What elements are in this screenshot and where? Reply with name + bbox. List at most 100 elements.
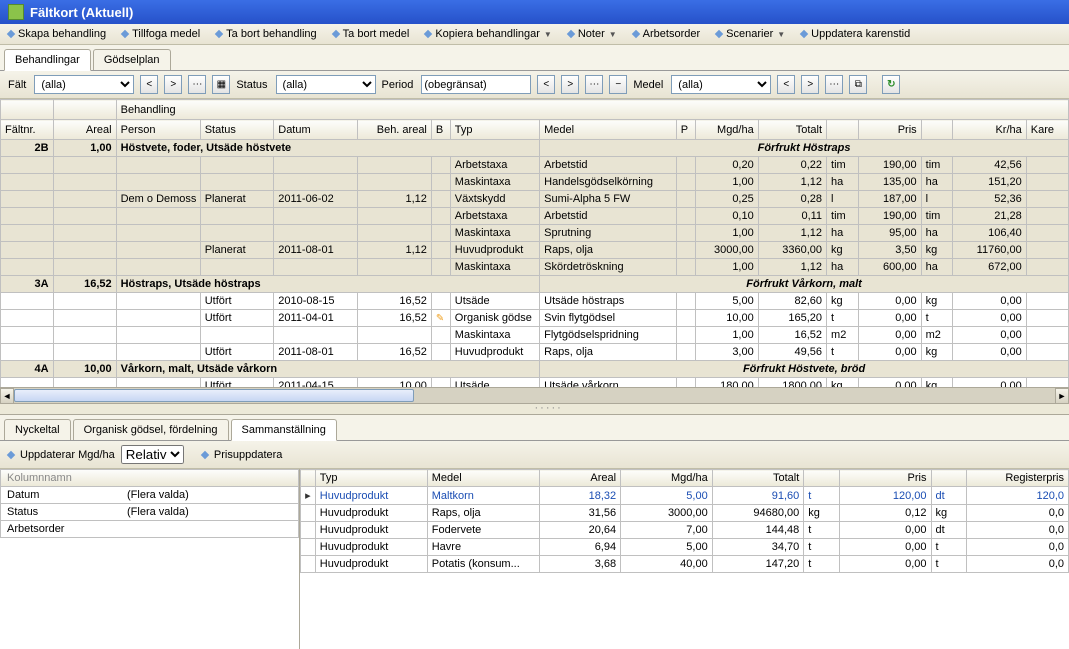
field-key: 3A (1, 276, 54, 293)
status-select[interactable]: (alla) (276, 75, 376, 94)
group-title: Höstraps, Utsäde höstraps (116, 276, 540, 293)
prisuppdatera-button[interactable]: Prisuppdatera (214, 449, 283, 461)
group-title: Vårkorn, malt, Utsäde vårkorn (116, 361, 540, 378)
period-next[interactable]: > (561, 75, 579, 94)
col-f-ltnr-[interactable]: Fältnr. (1, 120, 54, 140)
filter-row-arbetsorder[interactable]: Arbetsorder (0, 521, 299, 538)
medel-more[interactable]: ⋯ (825, 75, 843, 94)
group-title: Höstvete, foder, Utsäde höstvete (116, 140, 540, 157)
edit-icon[interactable]: ✎ (436, 313, 444, 324)
filter-row-status[interactable]: Status(Flera valda) (0, 504, 299, 521)
horizontal-splitter[interactable] (0, 403, 1069, 415)
col2-typ[interactable]: Typ (315, 470, 427, 487)
toolbar-tillfoga-medel[interactable]: Tillfoga medel (122, 28, 200, 40)
toolbar-kopiera-behandlingar[interactable]: Kopiera behandlingar ▼ (425, 28, 552, 40)
col-mgd-ha[interactable]: Mgd/ha (695, 120, 758, 140)
prefruit: Förfrukt Höstraps (540, 140, 1069, 157)
period-more[interactable]: ⋯ (585, 75, 603, 94)
tab-behandlingar[interactable]: Behandlingar (4, 49, 91, 71)
col2-medel[interactable]: Medel (427, 470, 539, 487)
col-b[interactable]: B (431, 120, 450, 140)
col2-areal[interactable]: Areal (539, 470, 620, 487)
row-marker (301, 539, 316, 556)
kolumnnamn-header: Kolumnnamn (0, 469, 299, 487)
col-status[interactable]: Status (200, 120, 274, 140)
col2-pris[interactable]: Pris (839, 470, 931, 487)
main-toolbar: Skapa behandling Tillfoga medel Ta bort be… (0, 24, 1069, 45)
col-[interactable] (921, 120, 953, 140)
period-input[interactable] (421, 75, 531, 94)
diamond-icon (7, 30, 15, 38)
toolbar-skapa-behandling[interactable]: Skapa behandling (8, 28, 106, 40)
col-p[interactable]: P (676, 120, 695, 140)
col-typ[interactable]: Typ (450, 120, 539, 140)
falt-more[interactable]: ⋯ (188, 75, 206, 94)
col-kare[interactable]: Kare (1026, 120, 1068, 140)
row-marker (301, 556, 316, 573)
lower-toolbar: Uppdaterar Mgd/ha Relativ Prisuppdatera (0, 441, 1069, 469)
uppd-select[interactable]: Relativ (121, 445, 184, 464)
scroll-right-icon[interactable]: ► (1055, 388, 1069, 404)
main-grid[interactable]: BehandlingFältnr.ArealPersonStatusDatumB… (0, 99, 1069, 387)
col-totalt[interactable]: Totalt (758, 120, 826, 140)
falt-prev[interactable]: < (140, 75, 158, 94)
scroll-thumb[interactable] (14, 389, 414, 402)
summary-grid[interactable]: TypMedelArealMgd/haTotalt Pris Registerpri… (300, 469, 1069, 573)
filter-row-datum[interactable]: Datum(Flera valda) (0, 487, 299, 504)
col-datum[interactable]: Datum (274, 120, 358, 140)
diamond-icon (215, 30, 223, 38)
period-minus[interactable]: − (609, 75, 627, 94)
period-prev[interactable]: < (537, 75, 555, 94)
toolbar-ta-bort-medel[interactable]: Ta bort medel (333, 28, 410, 40)
tab-sammanst-llning[interactable]: Sammanställning (231, 419, 337, 441)
col-areal[interactable]: Areal (53, 120, 116, 140)
col2-mgd/ha[interactable]: Mgd/ha (621, 470, 713, 487)
col-pris[interactable]: Pris (858, 120, 921, 140)
col-behandling[interactable]: Behandling (116, 100, 1068, 120)
chevron-down-icon: ▼ (609, 30, 617, 39)
tab-nyckeltal[interactable]: Nyckeltal (4, 419, 71, 440)
scroll-left-icon[interactable]: ◄ (0, 388, 14, 404)
lower-right-panel: TypMedelArealMgd/haTotalt Pris Registerpri… (300, 469, 1069, 649)
uppd-label: Uppdaterar Mgd/ha (20, 449, 115, 461)
diamond-icon (331, 30, 339, 38)
main-grid-hscroll[interactable]: ◄ ► (0, 387, 1069, 403)
medel-prev[interactable]: < (777, 75, 795, 94)
col-medel[interactable]: Medel (540, 120, 677, 140)
falt-select[interactable]: (alla) (34, 75, 134, 94)
col-beh-areal[interactable]: Beh. areal (358, 120, 432, 140)
row-marker (301, 522, 316, 539)
chevron-down-icon: ▼ (544, 30, 552, 39)
toolbar-scenarier[interactable]: Scenarier ▼ (716, 28, 785, 40)
toolbar-ta-bort-behandling[interactable]: Ta bort behandling (216, 28, 317, 40)
toolbar-uppdatera-karenstid[interactable]: Uppdatera karenstid (801, 28, 910, 40)
falt-next[interactable]: > (164, 75, 182, 94)
col-kr-ha[interactable]: Kr/ha (953, 120, 1027, 140)
diamond-icon (7, 450, 15, 458)
toolbar-arbetsorder[interactable]: Arbetsorder (633, 28, 700, 40)
lower-pane: Kolumnnamn Datum(Flera valda)Status(Fler… (0, 469, 1069, 649)
col-[interactable] (827, 120, 859, 140)
col2-mark[interactable] (301, 470, 316, 487)
field-key: 4A (1, 361, 54, 378)
col2-totalt[interactable]: Totalt (712, 470, 804, 487)
toolbar-noter[interactable]: Noter ▼ (568, 28, 617, 40)
col-person[interactable]: Person (116, 120, 200, 140)
medel-select[interactable]: (alla) (671, 75, 771, 94)
row-marker: ▸ (301, 487, 316, 505)
field-key: 2B (1, 140, 54, 157)
medel-next[interactable]: > (801, 75, 819, 94)
col2-mark[interactable] (804, 470, 840, 487)
col2-registerpris[interactable]: Registerpris (967, 470, 1069, 487)
tab-g-dselplan[interactable]: Gödselplan (93, 49, 171, 70)
falt-cal-icon[interactable]: ▦ (212, 75, 230, 94)
medel-label: Medel (633, 79, 663, 91)
app-icon (8, 4, 24, 20)
diamond-icon (424, 30, 432, 38)
period-label: Period (382, 79, 414, 91)
window-title: Fältkort (Aktuell) (30, 5, 133, 20)
col2-mark[interactable] (931, 470, 967, 487)
medel-dup-icon[interactable]: ⧉ (849, 75, 867, 94)
tab-organisk-g-dsel-f-rdelning[interactable]: Organisk gödsel, fördelning (73, 419, 229, 440)
refresh-button[interactable]: ↻ (882, 75, 900, 94)
